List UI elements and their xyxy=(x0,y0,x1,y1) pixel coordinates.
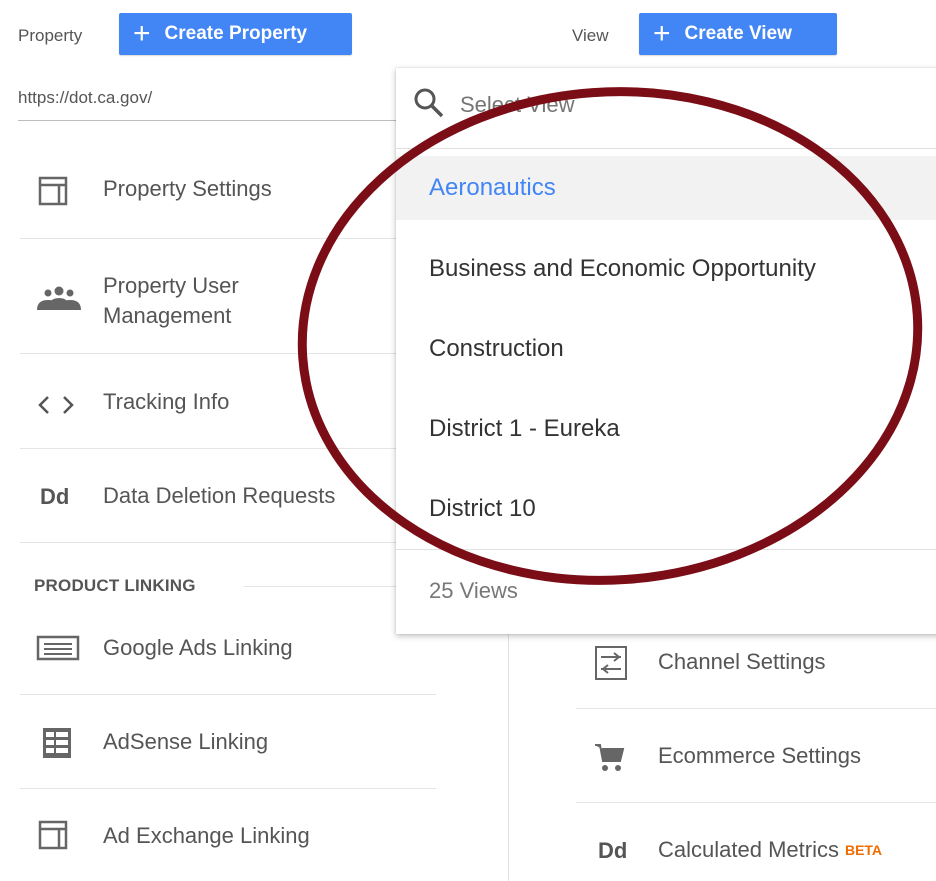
view-option-district-1[interactable]: District 1 - Eureka xyxy=(396,397,936,461)
channel-icon xyxy=(593,645,629,681)
property-url[interactable]: https://dot.ca.gov/ xyxy=(18,88,152,108)
property-settings-item[interactable]: Property Settings xyxy=(103,176,272,202)
create-property-label: Create Property xyxy=(164,23,308,44)
code-icon xyxy=(36,390,76,420)
divider xyxy=(396,549,936,550)
dd-icon: Dd xyxy=(598,838,628,863)
data-deletion-requests-item[interactable]: Data Deletion Requests xyxy=(103,483,335,509)
divider xyxy=(576,708,936,709)
divider xyxy=(576,802,936,803)
ads-icon xyxy=(35,634,81,662)
cart-icon xyxy=(592,740,626,774)
divider xyxy=(396,148,936,149)
view-label: View xyxy=(572,26,609,45)
calculated-metrics-item[interactable]: Calculated Metrics BETA xyxy=(658,837,882,863)
plus-icon: + xyxy=(133,17,151,50)
property-select-underline xyxy=(18,120,398,121)
view-option-business[interactable]: Business and Economic Opportunity xyxy=(396,237,936,301)
view-option-district-10[interactable]: District 10 xyxy=(396,477,936,541)
divider xyxy=(20,694,436,695)
google-ads-linking-item[interactable]: Google Ads Linking xyxy=(103,635,293,661)
create-property-button[interactable]: + Create Property xyxy=(119,13,352,55)
plus-icon: + xyxy=(653,17,671,50)
create-view-label: Create View xyxy=(684,23,792,44)
divider xyxy=(20,238,436,239)
tracking-info-item[interactable]: Tracking Info xyxy=(103,389,229,415)
channel-settings-item[interactable]: Channel Settings xyxy=(658,649,826,675)
view-option-construction[interactable]: Construction xyxy=(396,317,936,381)
divider xyxy=(20,788,436,789)
view-option-aeronautics[interactable]: Aeronautics xyxy=(396,156,936,220)
adsense-icon xyxy=(40,726,74,760)
divider xyxy=(20,353,436,354)
people-icon xyxy=(36,284,82,312)
view-dropdown[interactable]: Aeronautics Business and Economic Opport… xyxy=(396,68,936,634)
divider xyxy=(20,542,436,543)
dd-icon: Dd xyxy=(40,484,70,509)
beta-badge: BETA xyxy=(844,842,883,858)
create-view-button[interactable]: + Create View xyxy=(639,13,837,55)
property-user-management-item[interactable]: Property User Management xyxy=(103,271,293,331)
divider xyxy=(20,448,436,449)
layout-icon xyxy=(36,174,70,208)
column-divider xyxy=(508,634,509,881)
select-view-search-input[interactable] xyxy=(458,88,902,122)
layout-icon xyxy=(36,818,70,852)
adsense-linking-item[interactable]: AdSense Linking xyxy=(103,729,268,755)
property-label: Property xyxy=(18,26,83,45)
views-count: 25 Views xyxy=(429,578,518,603)
ad-exchange-linking-item[interactable]: Ad Exchange Linking xyxy=(103,823,310,849)
product-linking-heading: PRODUCT LINKING xyxy=(34,576,196,595)
calculated-metrics-label: Calculated Metrics xyxy=(658,837,839,862)
ecommerce-settings-item[interactable]: Ecommerce Settings xyxy=(658,743,861,769)
search-icon xyxy=(412,86,446,120)
